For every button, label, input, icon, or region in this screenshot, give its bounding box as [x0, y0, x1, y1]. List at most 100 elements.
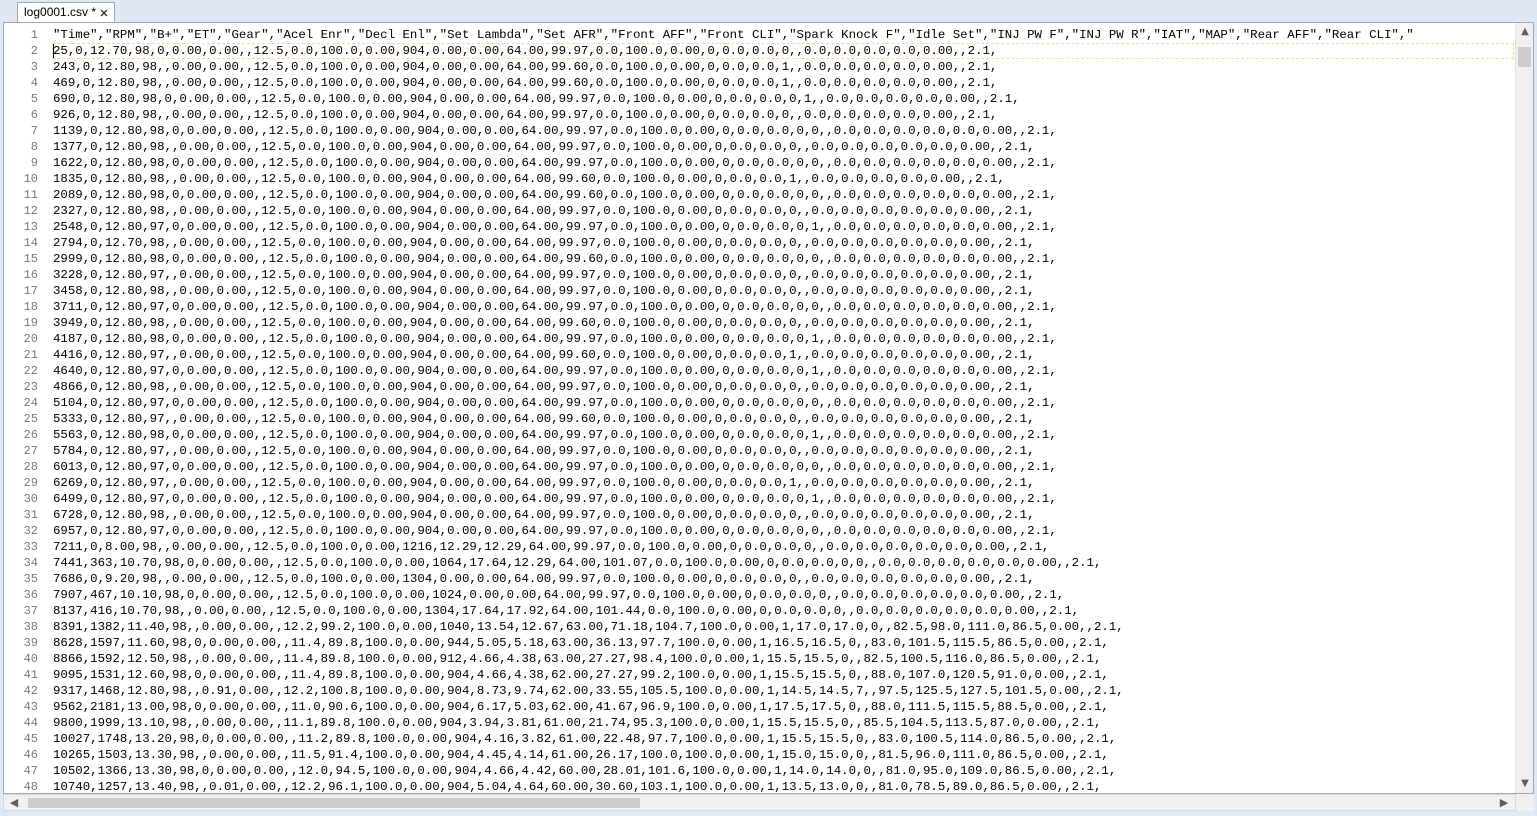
- editor-line[interactable]: 42 9317,1468,12.80,98,,0.91,0.00,,12.2,10…: [4, 683, 1516, 699]
- editor-line[interactable]: 35 7686,0,9.20,98,,0.00,0.00,,12.5,0.0,10…: [4, 571, 1516, 587]
- editor-line[interactable]: 36 7907,467,10.10,98,0,0.00,0.00,,12.5,0.…: [4, 587, 1516, 603]
- line-text[interactable]: 1622,0,12.80,98,0,0.00,0.00,,12.5,0.0,10…: [53, 155, 1057, 171]
- editor-line[interactable]: 30 6499,0,12.80,97,0,0.00,0.00,,12.5,0.0,…: [4, 491, 1516, 507]
- close-icon[interactable]: [98, 7, 110, 19]
- arrow-left-icon[interactable]: ◀: [8, 797, 20, 809]
- editor-line[interactable]: 22 4640,0,12.80,97,0,0.00,0.00,,12.5,0.0,…: [4, 363, 1516, 379]
- line-text[interactable]: 8137,416,10.70,98,,0.00,0.00,,12.5,0.0,1…: [53, 603, 1079, 619]
- arrow-right-icon[interactable]: ▶: [1498, 797, 1510, 809]
- line-text[interactable]: 690,0,12.80,98,0,0.00,0.00,,12.5,0.0,100…: [53, 91, 1020, 107]
- editor-line[interactable]: 1 "Time","RPM","B+","ET","Gear","Acel Enr…: [4, 27, 1516, 43]
- editor-line[interactable]: 26 5563,0,12.80,98,0,0.00,0.00,,12.5,0.0,…: [4, 427, 1516, 443]
- arrow-up-icon[interactable]: ▲: [1519, 27, 1531, 37]
- editor-line[interactable]: 4 469,0,12.80,98,,0.00,0.00,,12.5,0.0,100…: [4, 75, 1516, 91]
- editor-line[interactable]: 45 10027,1748,13.20,98,0,0.00,0.00,,11.2,…: [4, 731, 1516, 747]
- line-text[interactable]: 3711,0,12.80,97,0,0.00,0.00,,12.5,0.0,10…: [53, 299, 1057, 315]
- line-text[interactable]: 6269,0,12.80,97,,0.00,0.00,,12.5,0.0,100…: [53, 475, 1035, 491]
- horizontal-scrollbar[interactable]: ◀ ▶: [3, 794, 1516, 811]
- line-text[interactable]: 10265,1503,13.30,98,,0.00,0.00,,11.5,91.…: [53, 747, 1109, 763]
- line-text[interactable]: 8391,1382,11.40,98,,0.00,0.00,,12.2,99.2…: [53, 619, 1124, 635]
- editor-line[interactable]: 17 3458,0,12.80,98,,0.00,0.00,,12.5,0.0,1…: [4, 283, 1516, 299]
- editor-line[interactable]: 39 8628,1597,11.60,98,0,0.00,0.00,,11.4,8…: [4, 635, 1516, 651]
- editor-line[interactable]: 14 2794,0,12.70,98,,0.00,0.00,,12.5,0.0,1…: [4, 235, 1516, 251]
- line-text[interactable]: 2548,0,12.80,97,0,0.00,0.00,,12.5,0.0,10…: [53, 219, 1057, 235]
- line-text[interactable]: "Time","RPM","B+","ET","Gear","Acel Enr"…: [53, 27, 1414, 43]
- editor-line[interactable]: 5 690,0,12.80,98,0,0.00,0.00,,12.5,0.0,10…: [4, 91, 1516, 107]
- line-text[interactable]: 5784,0,12.80,97,,0.00,0.00,,12.5,0.0,100…: [53, 443, 1035, 459]
- line-text[interactable]: 6499,0,12.80,97,0,0.00,0.00,,12.5,0.0,10…: [53, 491, 1057, 507]
- editor-line[interactable]: 10 1835,0,12.80,98,,0.00,0.00,,12.5,0.0,1…: [4, 171, 1516, 187]
- line-text[interactable]: 9800,1999,13.10,98,,0.00,0.00,,11.1,89.8…: [53, 715, 1101, 731]
- editor-line[interactable]: 8 1377,0,12.80,98,,0.00,0.00,,12.5,0.0,10…: [4, 139, 1516, 155]
- editor-line[interactable]: 6 926,0,12.80,98,,0.00,0.00,,12.5,0.0,100…: [4, 107, 1516, 123]
- editor-line[interactable]: 9 1622,0,12.80,98,0,0.00,0.00,,12.5,0.0,1…: [4, 155, 1516, 171]
- editor-line[interactable]: 29 6269,0,12.80,97,,0.00,0.00,,12.5,0.0,1…: [4, 475, 1516, 491]
- line-text[interactable]: 25,0,12.70,98,0,0.00,0.00,,12.5,0.0,100.…: [53, 43, 997, 59]
- editor-line[interactable]: 19 3949,0,12.80,98,,0.00,0.00,,12.5,0.0,1…: [4, 315, 1516, 331]
- editor-line[interactable]: 7 1139,0,12.80,98,0,0.00,0.00,,12.5,0.0,1…: [4, 123, 1516, 139]
- line-text[interactable]: 469,0,12.80,98,,0.00,0.00,,12.5,0.0,100.…: [53, 75, 997, 91]
- tab-log0001[interactable]: log0001.csv *: [17, 2, 115, 22]
- arrow-down-icon[interactable]: ▼: [1519, 779, 1531, 789]
- editor-line[interactable]: 27 5784,0,12.80,97,,0.00,0.00,,12.5,0.0,1…: [4, 443, 1516, 459]
- editor-line[interactable]: 41 9095,1531,12.60,98,0,0.00,0.00,,11.4,8…: [4, 667, 1516, 683]
- editor-line[interactable]: 33 7211,0,8.00,98,,0.00,0.00,,12.5,0.0,10…: [4, 539, 1516, 555]
- line-text[interactable]: 5563,0,12.80,98,0,0.00,0.00,,12.5,0.0,10…: [53, 427, 1057, 443]
- line-text[interactable]: 6957,0,12.80,97,0,0.00,0.00,,12.5,0.0,10…: [53, 523, 1057, 539]
- editor-line[interactable]: 28 6013,0,12.80,97,0,0.00,0.00,,12.5,0.0,…: [4, 459, 1516, 475]
- vertical-scroll-thumb[interactable]: [1518, 47, 1531, 67]
- editor-line[interactable]: 2 25,0,12.70,98,0,0.00,0.00,,12.5,0.0,100…: [4, 43, 1516, 59]
- line-text[interactable]: 3228,0,12.80,97,,0.00,0.00,,12.5,0.0,100…: [53, 267, 1035, 283]
- line-text[interactable]: 2794,0,12.70,98,,0.00,0.00,,12.5,0.0,100…: [53, 235, 1035, 251]
- line-text[interactable]: 8866,1592,12.50,98,,0.00,0.00,,11.4,89.8…: [53, 651, 1101, 667]
- line-text[interactable]: 8628,1597,11.60,98,0,0.00,0.00,,11.4,89.…: [53, 635, 1109, 651]
- line-text[interactable]: 1835,0,12.80,98,,0.00,0.00,,12.5,0.0,100…: [53, 171, 1005, 187]
- line-text[interactable]: 9317,1468,12.80,98,,0.91,0.00,,12.2,100.…: [53, 683, 1124, 699]
- editor-line[interactable]: 40 8866,1592,12.50,98,,0.00,0.00,,11.4,89…: [4, 651, 1516, 667]
- line-text[interactable]: 10027,1748,13.20,98,0,0.00,0.00,,11.2,89…: [53, 731, 1116, 747]
- editor-line[interactable]: 20 4187,0,12.80,98,0,0.00,0.00,,12.5,0.0,…: [4, 331, 1516, 347]
- editor-line[interactable]: 46 10265,1503,13.30,98,,0.00,0.00,,11.5,9…: [4, 747, 1516, 763]
- line-text[interactable]: 10740,1257,13.40,98,,0.01,0.00,,12.2,96.…: [53, 779, 1101, 793]
- line-text[interactable]: 2089,0,12.80,98,0,0.00,0.00,,12.5,0.0,10…: [53, 187, 1057, 203]
- line-text[interactable]: 6728,0,12.80,98,,0.00,0.00,,12.5,0.0,100…: [53, 507, 1035, 523]
- line-text[interactable]: 3458,0,12.80,98,,0.00,0.00,,12.5,0.0,100…: [53, 283, 1035, 299]
- editor-line[interactable]: 21 4416,0,12.80,97,,0.00,0.00,,12.5,0.0,1…: [4, 347, 1516, 363]
- line-text[interactable]: 7686,0,9.20,98,,0.00,0.00,,12.5,0.0,100.…: [53, 571, 1035, 587]
- line-text[interactable]: 5333,0,12.80,97,,0.00,0.00,,12.5,0.0,100…: [53, 411, 1035, 427]
- horizontal-scroll-thumb[interactable]: [28, 798, 640, 808]
- line-text[interactable]: 243,0,12.80,98,,0.00,0.00,,12.5,0.0,100.…: [53, 59, 997, 75]
- line-text[interactable]: 2327,0,12.80,98,,0.00,0.00,,12.5,0.0,100…: [53, 203, 1035, 219]
- editor-line[interactable]: 3 243,0,12.80,98,,0.00,0.00,,12.5,0.0,100…: [4, 59, 1516, 75]
- line-text[interactable]: 4640,0,12.80,97,0,0.00,0.00,,12.5,0.0,10…: [53, 363, 1057, 379]
- line-text[interactable]: 1377,0,12.80,98,,0.00,0.00,,12.5,0.0,100…: [53, 139, 1035, 155]
- text-editor[interactable]: 1 "Time","RPM","B+","ET","Gear","Acel Enr…: [3, 22, 1534, 794]
- line-text[interactable]: 7441,363,10.70,98,0,0.00,0.00,,12.5,0.0,…: [53, 555, 1101, 571]
- editor-line[interactable]: 13 2548,0,12.80,97,0,0.00,0.00,,12.5,0.0,…: [4, 219, 1516, 235]
- editor-line[interactable]: 23 4866,0,12.80,98,,0.00,0.00,,12.5,0.0,1…: [4, 379, 1516, 395]
- editor-line[interactable]: 12 2327,0,12.80,98,,0.00,0.00,,12.5,0.0,1…: [4, 203, 1516, 219]
- editor-line[interactable]: 16 3228,0,12.80,97,,0.00,0.00,,12.5,0.0,1…: [4, 267, 1516, 283]
- line-text[interactable]: 3949,0,12.80,98,,0.00,0.00,,12.5,0.0,100…: [53, 315, 1035, 331]
- line-text[interactable]: 7907,467,10.10,98,0,0.00,0.00,,12.5,0.0,…: [53, 587, 1064, 603]
- line-text[interactable]: 926,0,12.80,98,,0.00,0.00,,12.5,0.0,100.…: [53, 107, 997, 123]
- line-text[interactable]: 4187,0,12.80,98,0,0.00,0.00,,12.5,0.0,10…: [53, 331, 1057, 347]
- editor-line[interactable]: 15 2999,0,12.80,98,0,0.00,0.00,,12.5,0.0,…: [4, 251, 1516, 267]
- line-text[interactable]: 5104,0,12.80,97,0,0.00,0.00,,12.5,0.0,10…: [53, 395, 1057, 411]
- editor-line[interactable]: 25 5333,0,12.80,97,,0.00,0.00,,12.5,0.0,1…: [4, 411, 1516, 427]
- editor-line[interactable]: 18 3711,0,12.80,97,0,0.00,0.00,,12.5,0.0,…: [4, 299, 1516, 315]
- line-text[interactable]: 7211,0,8.00,98,,0.00,0.00,,12.5,0.0,100.…: [53, 539, 1049, 555]
- editor-line[interactable]: 48 10740,1257,13.40,98,,0.01,0.00,,12.2,9…: [4, 779, 1516, 793]
- line-text[interactable]: 6013,0,12.80,97,0,0.00,0.00,,12.5,0.0,10…: [53, 459, 1057, 475]
- editor-line[interactable]: 34 7441,363,10.70,98,0,0.00,0.00,,12.5,0.…: [4, 555, 1516, 571]
- editor-line[interactable]: 44 9800,1999,13.10,98,,0.00,0.00,,11.1,89…: [4, 715, 1516, 731]
- editor-line[interactable]: 32 6957,0,12.80,97,0,0.00,0.00,,12.5,0.0,…: [4, 523, 1516, 539]
- line-text[interactable]: 1139,0,12.80,98,0,0.00,0.00,,12.5,0.0,10…: [53, 123, 1057, 139]
- editor-line[interactable]: 43 9562,2181,13.00,98,0,0.00,0.00,,11.0,9…: [4, 699, 1516, 715]
- editor-line[interactable]: 11 2089,0,12.80,98,0,0.00,0.00,,12.5,0.0,…: [4, 187, 1516, 203]
- editor-line[interactable]: 37 8137,416,10.70,98,,0.00,0.00,,12.5,0.0…: [4, 603, 1516, 619]
- line-text[interactable]: 9562,2181,13.00,98,0,0.00,0.00,,11.0,90.…: [53, 699, 1109, 715]
- vertical-scrollbar[interactable]: ▲ ▼: [1515, 23, 1533, 793]
- line-text[interactable]: 4866,0,12.80,98,,0.00,0.00,,12.5,0.0,100…: [53, 379, 1035, 395]
- editor-line[interactable]: 31 6728,0,12.80,98,,0.00,0.00,,12.5,0.0,1…: [4, 507, 1516, 523]
